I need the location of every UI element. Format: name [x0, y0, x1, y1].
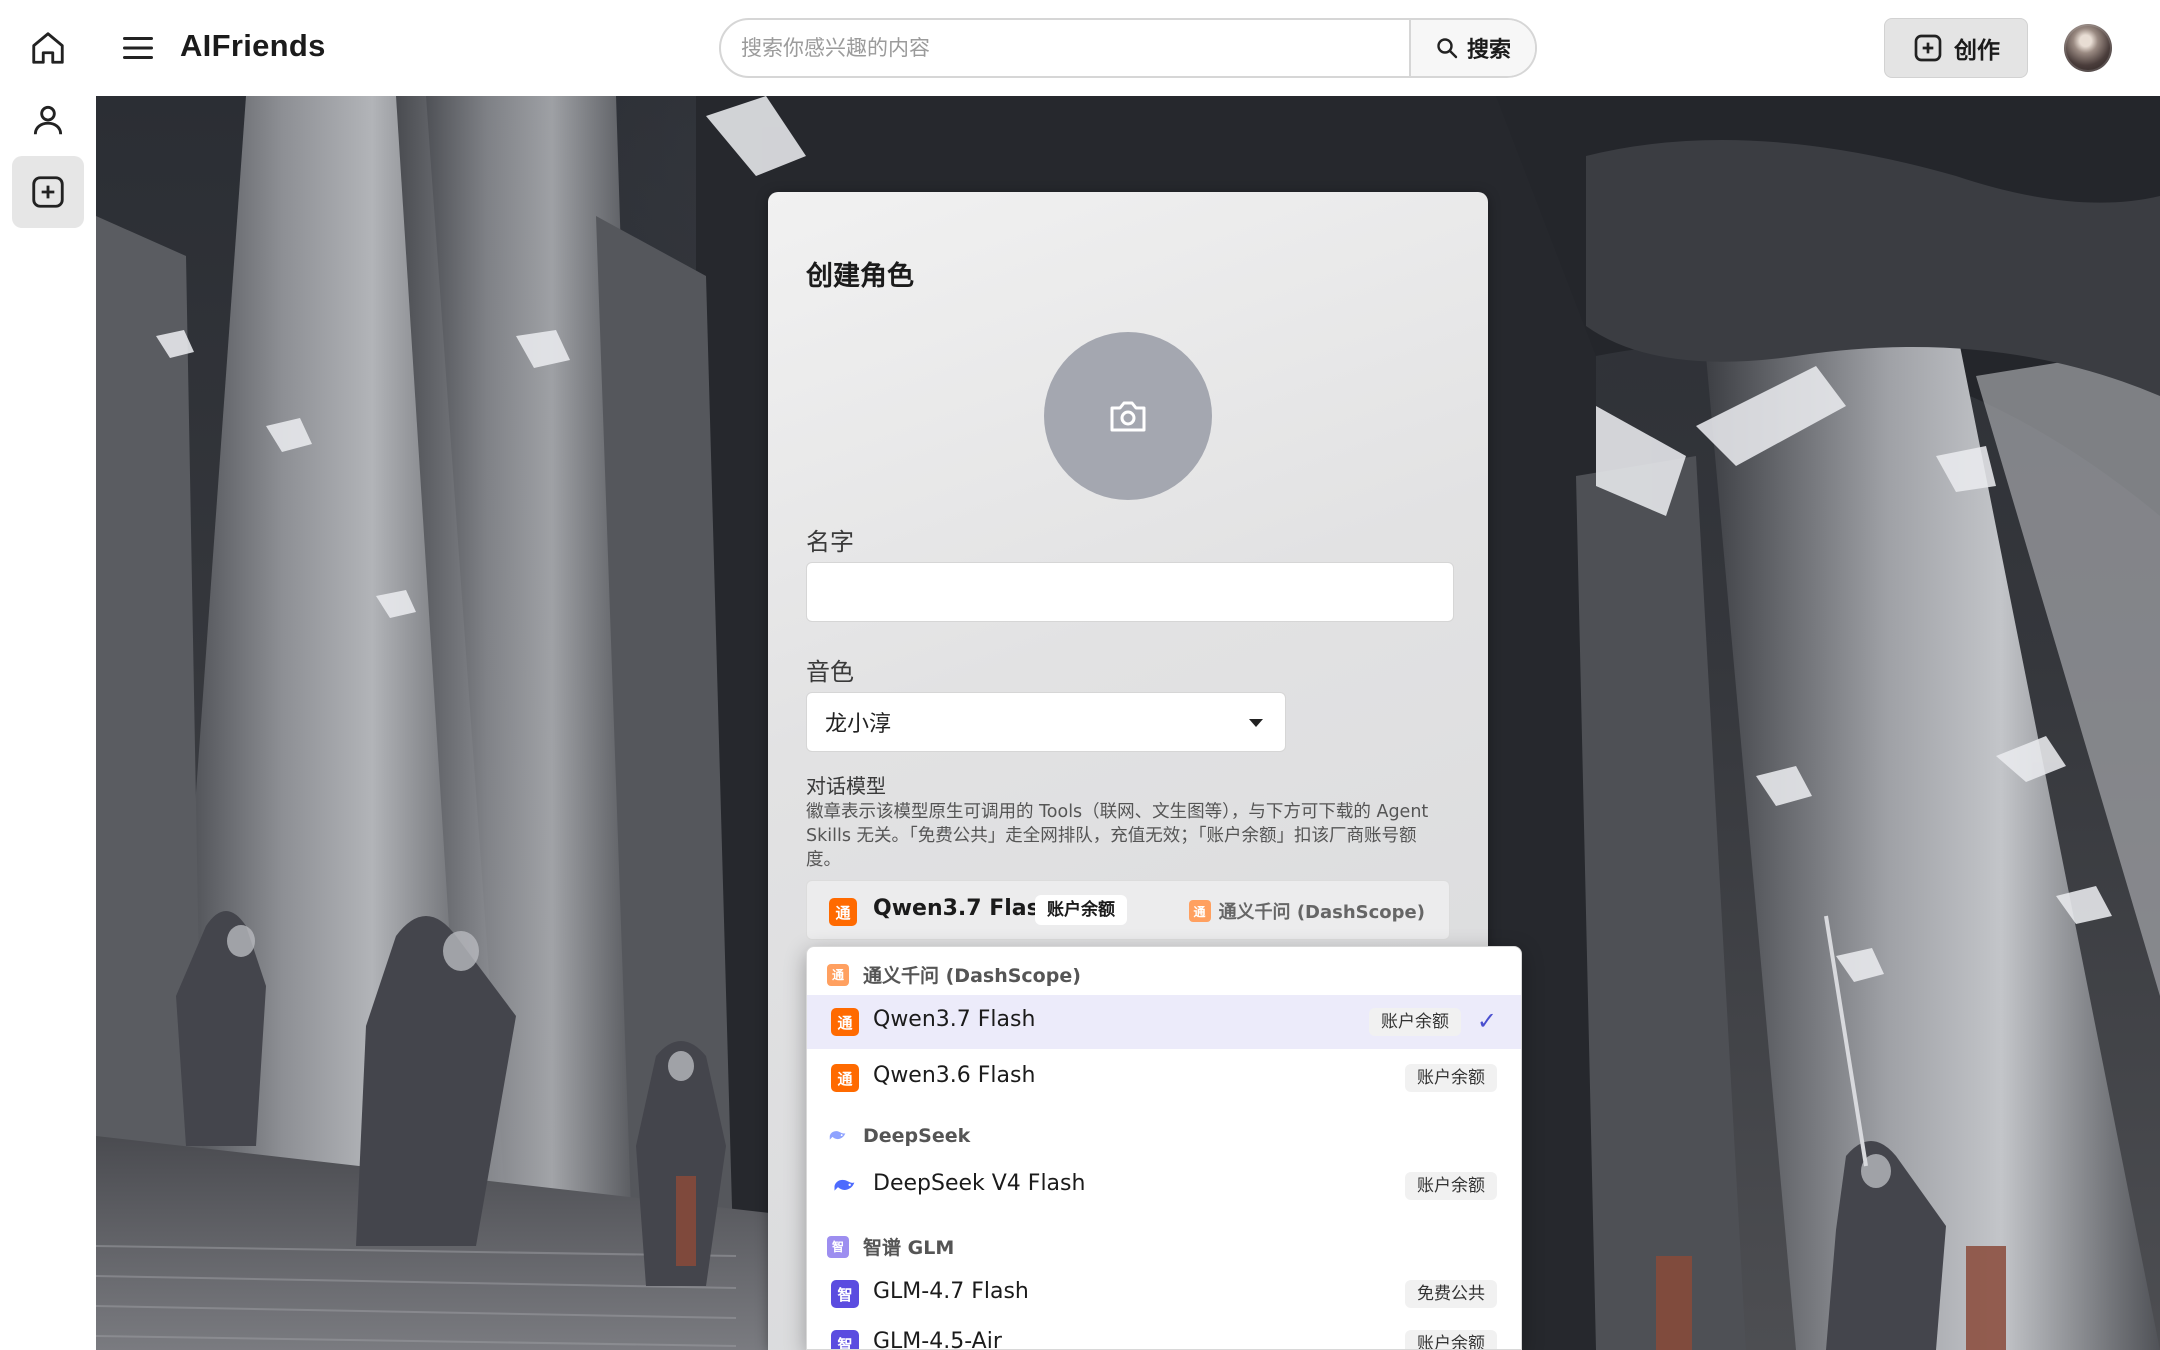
model-option-tag: 账户余额: [1369, 1008, 1461, 1036]
search-button[interactable]: 搜索: [1409, 20, 1535, 76]
model-option-tag: 账户余额: [1405, 1172, 1497, 1200]
model-option-glm45-air[interactable]: 智 GLM-4.5-Air 账户余额: [807, 1317, 1521, 1350]
home-icon: [32, 32, 64, 64]
nav-create-button[interactable]: [12, 156, 84, 228]
deepseek-whale-icon: [829, 1131, 846, 1140]
left-nav-rail: [0, 0, 96, 1350]
model-option-qwen36-flash[interactable]: 通 Qwen3.6 Flash 账户余额: [807, 1051, 1521, 1105]
selected-model-provider-label: 通义千问 (DashScope): [1218, 902, 1425, 923]
create-button-label: 创作: [1954, 38, 2000, 64]
model-option-tag: 账户余额: [1405, 1330, 1497, 1349]
glm-provider-icon: 智: [831, 1330, 859, 1349]
selected-model-provider: 通 通义千问 (DashScope): [1188, 898, 1425, 924]
top-bar: AIFriends 搜索 创作: [96, 0, 2160, 96]
menu-button[interactable]: [118, 28, 158, 68]
model-option-name: Qwen3.7 Flash: [873, 1007, 1036, 1032]
app-title[interactable]: AIFriends: [180, 28, 326, 64]
group-header-glm: 智 智谱 GLM: [827, 1233, 954, 1260]
group-header-tongyi: 通 通义千问 (DashScope): [827, 961, 1081, 988]
group-header-deepseek: DeepSeek: [827, 1125, 970, 1147]
model-option-qwen37-flash[interactable]: 通 Qwen3.7 Flash 账户余额 ✓: [807, 995, 1521, 1049]
selected-model-name: Qwen3.7 Flash: [873, 896, 1056, 921]
voice-label: 音色: [806, 658, 854, 686]
search-icon: [1437, 38, 1458, 59]
model-option-tag: 免费公共: [1405, 1280, 1497, 1308]
tongyi-provider-icon: 通: [831, 1064, 859, 1092]
nav-home-button[interactable]: [12, 12, 84, 84]
nav-profile-button[interactable]: [12, 84, 84, 156]
voice-select-value: 龙小淳: [825, 712, 892, 737]
group-header-label: 通义千问 (DashScope): [863, 965, 1081, 987]
model-select[interactable]: 通 Qwen3.7 Flash 账户余额 通 通义千问 (DashScope): [806, 880, 1450, 940]
tongyi-provider-icon: 通: [831, 1008, 859, 1036]
model-option-name: Qwen3.6 Flash: [873, 1063, 1036, 1088]
model-option-deepseek-v4-flash[interactable]: DeepSeek V4 Flash 账户余额: [807, 1159, 1521, 1213]
glm-provider-icon: 智: [831, 1280, 859, 1308]
camera-icon: [1110, 401, 1146, 432]
check-icon: ✓: [1476, 1007, 1497, 1035]
plus-square-icon: [32, 176, 64, 208]
model-option-glm47-flash[interactable]: 智 GLM-4.7 Flash 免费公共: [807, 1267, 1521, 1321]
user-icon: [33, 105, 63, 135]
hamburger-icon: [123, 37, 153, 59]
card-title: 创建角色: [806, 261, 914, 292]
search-input[interactable]: [721, 20, 1409, 76]
search-button-label: 搜索: [1466, 38, 1511, 63]
create-button[interactable]: 创作: [1884, 18, 2028, 78]
tongyi-provider-icon: 通: [829, 898, 857, 926]
plus-square-icon: [1914, 34, 1942, 62]
user-avatar[interactable]: [2064, 24, 2112, 72]
voice-select[interactable]: 龙小淳: [806, 692, 1286, 752]
avatar-upload-button[interactable]: [1044, 332, 1212, 500]
selected-model-tag: 账户余额: [1035, 895, 1127, 925]
name-label: 名字: [806, 528, 854, 556]
model-option-tag: 账户余额: [1405, 1064, 1497, 1092]
model-dropdown-menu: 通 通义千问 (DashScope) 通 Qwen3.7 Flash 账户余额 …: [806, 946, 1522, 1350]
group-header-label: 智谱 GLM: [863, 1237, 955, 1259]
caret-down-icon: [1249, 719, 1263, 727]
tongyi-provider-icon: 通: [1188, 900, 1211, 922]
glm-provider-icon: 智: [827, 1235, 849, 1258]
model-hint: 徽章表示该模型原生可调用的 Tools（联网、文生图等），与下方可下载的 Age…: [806, 802, 1429, 870]
model-option-name: GLM-4.5-Air: [873, 1329, 1002, 1350]
tongyi-provider-icon: 通: [827, 963, 849, 986]
name-input[interactable]: [806, 562, 1454, 622]
model-label: 对话模型: [806, 774, 886, 798]
model-option-name: DeepSeek V4 Flash: [873, 1171, 1086, 1196]
deepseek-whale-icon: [831, 1172, 859, 1200]
search-bar: 搜索: [719, 18, 1537, 78]
model-option-name: GLM-4.7 Flash: [873, 1279, 1029, 1304]
group-header-label: DeepSeek: [863, 1125, 971, 1147]
